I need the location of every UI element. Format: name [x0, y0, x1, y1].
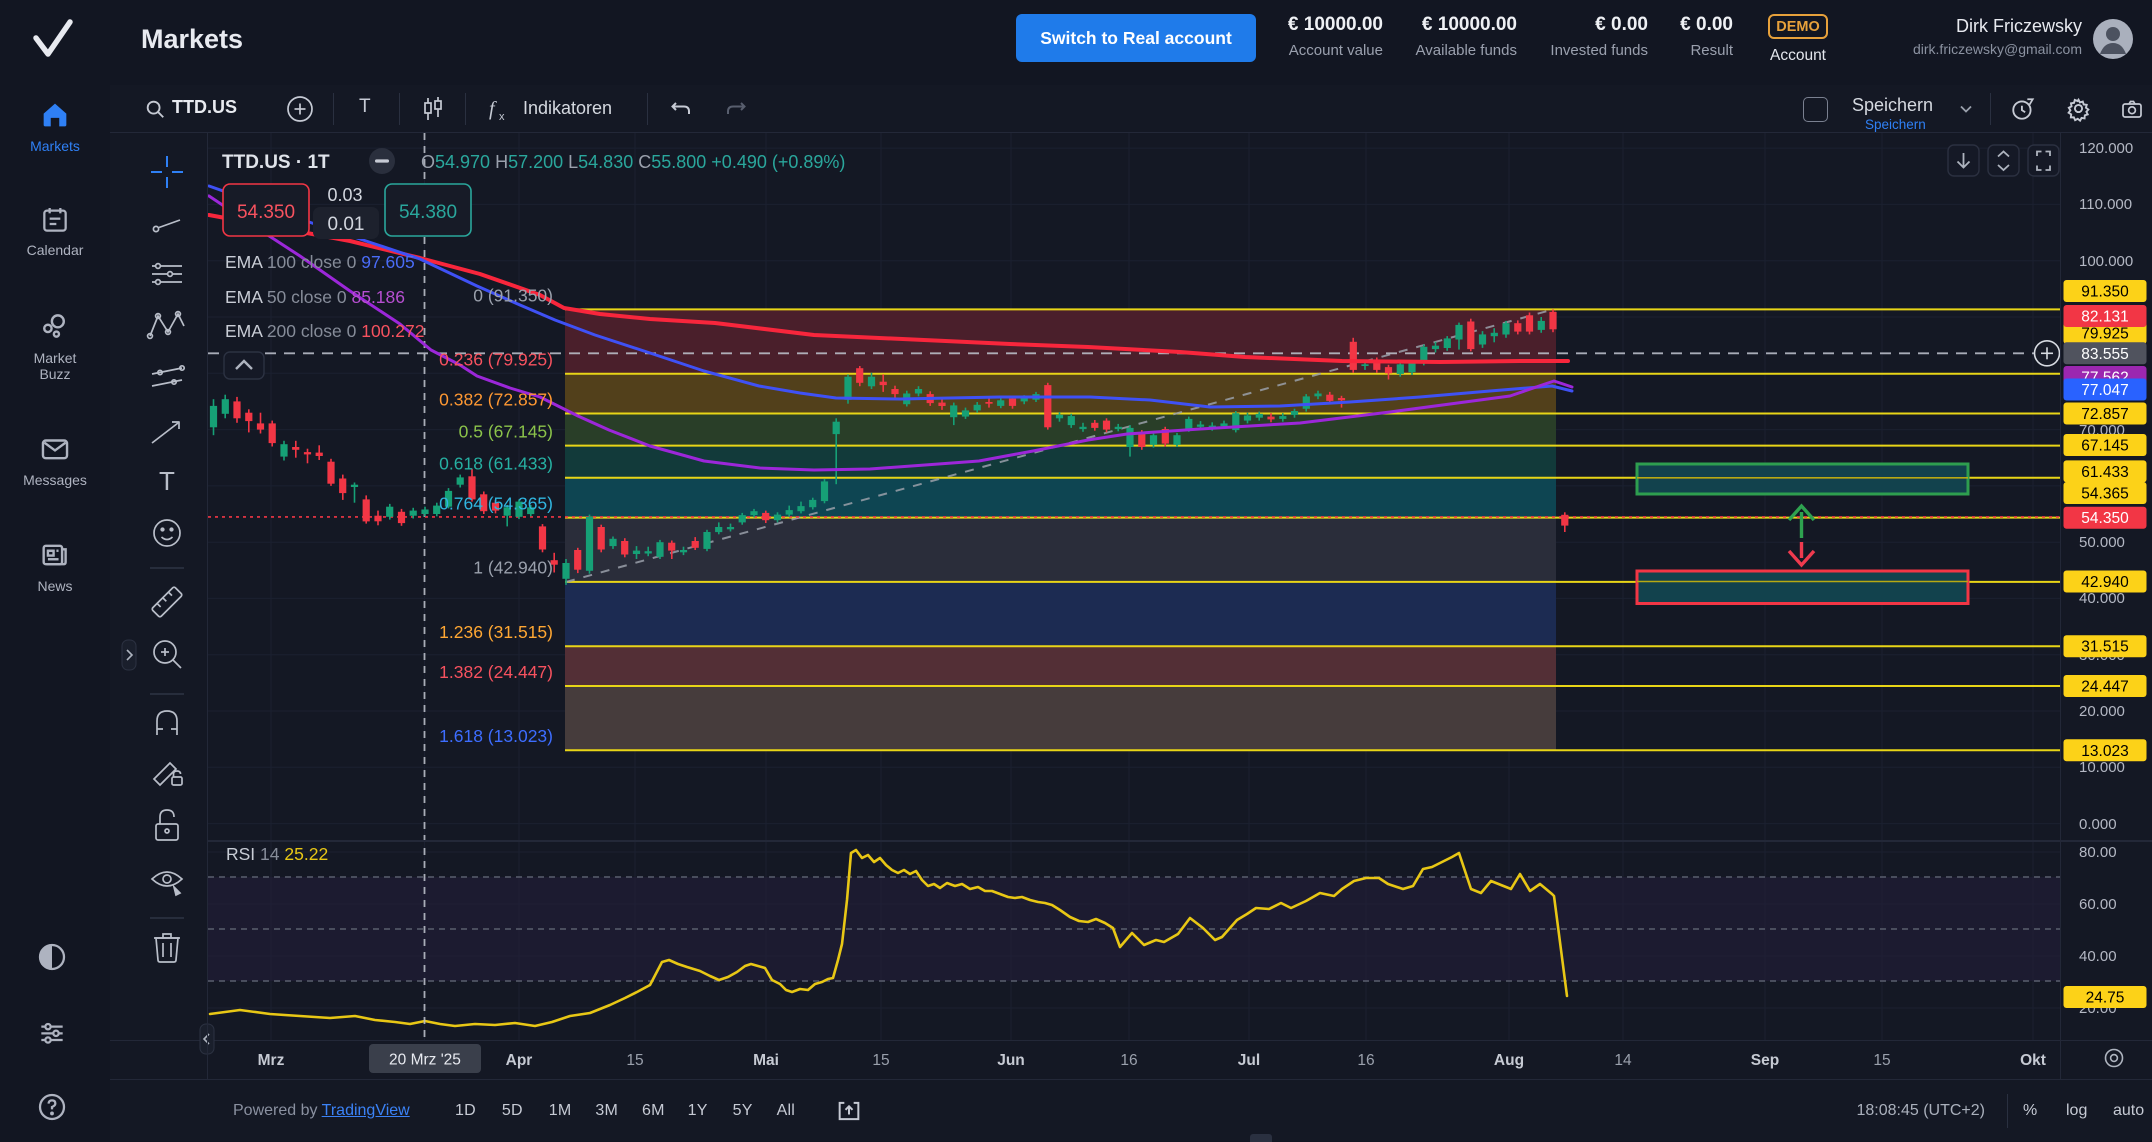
svg-text:TTD.US · 1T: TTD.US · 1T — [222, 152, 330, 173]
svg-text:Mrz: Mrz — [258, 1052, 285, 1069]
svg-text:110.000: 110.000 — [2079, 196, 2132, 213]
svg-text:1.382 (24.447): 1.382 (24.447) — [439, 662, 553, 682]
svg-text:EMA 50 close 0 85.186: EMA 50 close 0 85.186 — [225, 287, 405, 307]
svg-text:24.447: 24.447 — [2081, 679, 2128, 696]
svg-text:40.00: 40.00 — [2079, 948, 2117, 965]
svg-text:1.618 (13.023): 1.618 (13.023) — [439, 726, 553, 746]
svg-text:50.000: 50.000 — [2079, 534, 2125, 551]
svg-text:1.236 (31.515): 1.236 (31.515) — [439, 622, 553, 642]
svg-text:60.00: 60.00 — [2079, 896, 2117, 913]
svg-text:120.000: 120.000 — [2079, 140, 2133, 157]
svg-text:54.350: 54.350 — [237, 202, 295, 223]
svg-text:Sep: Sep — [1751, 1052, 1779, 1069]
svg-text:54.380: 54.380 — [399, 202, 457, 223]
svg-text:0 (91.350): 0 (91.350) — [473, 286, 553, 306]
svg-text:80.00: 80.00 — [2079, 844, 2117, 861]
svg-text:83.555: 83.555 — [2081, 346, 2128, 363]
svg-text:0.01: 0.01 — [328, 214, 365, 235]
svg-text:15: 15 — [626, 1052, 643, 1069]
svg-text:0.764 (54.365): 0.764 (54.365) — [439, 494, 553, 514]
svg-text:54.350: 54.350 — [2081, 510, 2129, 527]
svg-text:31.515: 31.515 — [2081, 639, 2128, 656]
svg-text:1 (42.940): 1 (42.940) — [473, 558, 553, 578]
svg-text:0.236 (79.925): 0.236 (79.925) — [439, 350, 553, 370]
svg-text:Aug: Aug — [1494, 1052, 1524, 1069]
svg-text:Apr: Apr — [506, 1052, 533, 1069]
svg-text:T: T — [159, 466, 175, 496]
svg-text:24.75: 24.75 — [2086, 990, 2125, 1007]
svg-text:72.857: 72.857 — [2081, 406, 2128, 423]
svg-text:67.145: 67.145 — [2081, 438, 2128, 455]
svg-text:EMA 200 close 0 100.272: EMA 200 close 0 100.272 — [225, 321, 424, 341]
svg-text:Jun: Jun — [997, 1052, 1025, 1069]
svg-text:Okt: Okt — [2020, 1052, 2046, 1069]
svg-text:79.925: 79.925 — [2081, 326, 2128, 343]
svg-text:0.03: 0.03 — [327, 185, 362, 205]
svg-text:0.000: 0.000 — [2079, 816, 2117, 833]
svg-text:x: x — [499, 111, 505, 123]
svg-text:91.350: 91.350 — [2081, 284, 2129, 301]
svg-text:Mai: Mai — [753, 1052, 779, 1069]
svg-text:0.618 (61.433): 0.618 (61.433) — [439, 454, 553, 474]
svg-text:40.000: 40.000 — [2079, 590, 2125, 607]
svg-text:10.000: 10.000 — [2079, 759, 2125, 776]
svg-text:100.000: 100.000 — [2079, 253, 2133, 270]
svg-text:20 Mrz '25: 20 Mrz '25 — [389, 1052, 461, 1069]
svg-text:15: 15 — [1873, 1052, 1890, 1069]
svg-text:16: 16 — [1357, 1052, 1374, 1069]
svg-text:14: 14 — [1614, 1052, 1632, 1069]
svg-text:54.365: 54.365 — [2081, 486, 2128, 503]
svg-text:0.5 (67.145): 0.5 (67.145) — [459, 422, 553, 442]
svg-text:f: f — [489, 98, 497, 120]
svg-text:13.023: 13.023 — [2081, 743, 2128, 760]
svg-text:RSI 14 25.22: RSI 14 25.22 — [226, 844, 328, 864]
svg-text:20.000: 20.000 — [2079, 703, 2125, 720]
svg-text:Jul: Jul — [1238, 1052, 1260, 1069]
svg-text:42.940: 42.940 — [2081, 574, 2129, 591]
svg-text:O54.970 H57.200 L54.830 C55.80: O54.970 H57.200 L54.830 C55.800 +0.490 (… — [421, 152, 845, 172]
svg-text:0.382 (72.857): 0.382 (72.857) — [439, 390, 553, 410]
svg-text:16: 16 — [1120, 1052, 1137, 1069]
svg-text:82.131: 82.131 — [2081, 309, 2128, 326]
svg-text:15: 15 — [872, 1052, 889, 1069]
svg-text:61.433: 61.433 — [2081, 464, 2128, 481]
svg-text:77.047: 77.047 — [2081, 382, 2128, 399]
svg-text:EMA 100 close 0 97.605: EMA 100 close 0 97.605 — [225, 252, 415, 272]
